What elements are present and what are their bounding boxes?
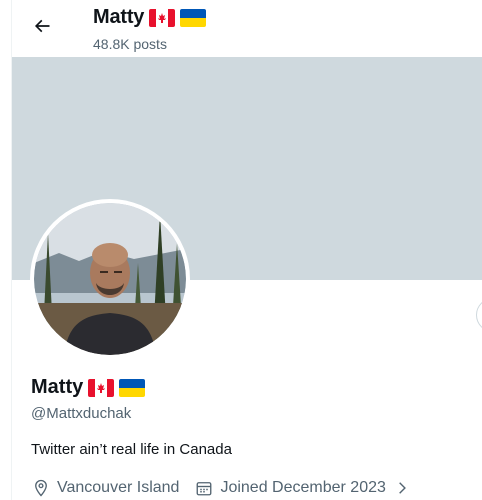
map-pin-icon [31, 478, 51, 498]
location-item: Vancouver Island [31, 478, 179, 498]
profile-display-name: Matty [31, 376, 84, 398]
more-options-button[interactable] [476, 298, 482, 332]
header-display-name: Matty [93, 6, 145, 28]
ukraine-flag-icon [180, 8, 207, 27]
profile-bio: Twitter ain’t real life in Canada [31, 441, 232, 458]
profile-handle: @Mattxduchak [31, 405, 132, 422]
ukraine-flag-icon [119, 378, 146, 397]
location-text: Vancouver Island [57, 479, 180, 496]
profile-header-bar: Matty 48.8K posts [12, 0, 482, 57]
arrow-left-icon [34, 19, 50, 33]
profile-meta: Vancouver Island Joined December 2023 [31, 478, 427, 498]
joined-item: Joined December 2023 [194, 478, 411, 498]
canada-flag-icon [88, 378, 115, 397]
profile-name: Matty [31, 376, 146, 399]
joined-text: Joined December 2023 [220, 479, 386, 496]
chevron-right-icon[interactable] [392, 478, 412, 498]
calendar-icon [194, 478, 214, 498]
back-button[interactable] [28, 12, 56, 40]
post-count: 48.8K posts [93, 36, 167, 52]
avatar-photo [34, 203, 186, 355]
canada-flag-icon [149, 8, 176, 27]
profile-page: Matty 48.8K posts Matty @Mattxduchak Twi… [0, 0, 482, 500]
avatar[interactable] [30, 199, 190, 359]
header-title: Matty [93, 6, 207, 29]
